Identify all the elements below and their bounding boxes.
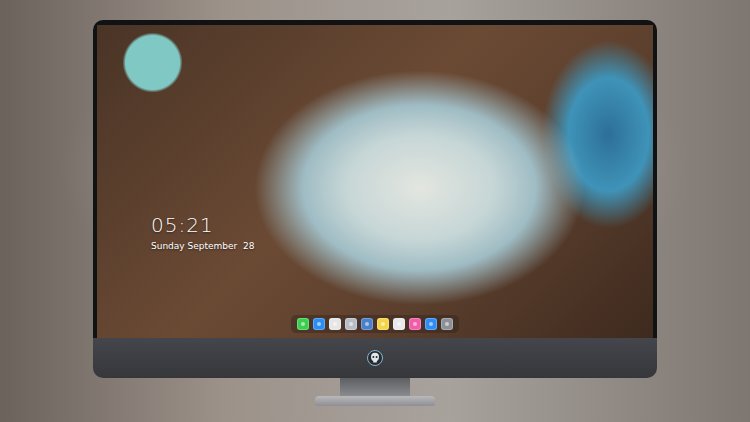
app-glyph-icon <box>332 321 338 327</box>
app-glyph-icon <box>316 321 322 327</box>
monitor-bezel: 05:21 Sunday September 28 <box>93 20 657 338</box>
monitor: 05:21 Sunday September 28 <box>93 20 657 406</box>
app-glyph-icon <box>412 321 418 327</box>
clock-date: Sunday September 28 <box>151 240 653 252</box>
app-icon[interactable] <box>297 318 309 330</box>
app-glyph-icon <box>428 321 434 327</box>
lock-screen: 05:21 Sunday September 28 <box>97 25 653 338</box>
app-icon[interactable] <box>361 318 373 330</box>
app-glyph-icon <box>444 321 450 327</box>
app-glyph-icon <box>300 321 306 327</box>
clock-time: 05:21 <box>151 213 653 237</box>
app-glyph-icon <box>364 321 370 327</box>
app-icon[interactable] <box>441 318 453 330</box>
dock <box>291 315 459 333</box>
app-icon[interactable] <box>345 318 357 330</box>
app-glyph-icon <box>396 321 402 327</box>
app-icon[interactable] <box>409 318 421 330</box>
dock-row <box>97 315 653 338</box>
app-icon[interactable] <box>377 318 389 330</box>
monitor-chin <box>93 338 657 378</box>
app-icon[interactable] <box>329 318 341 330</box>
monitor-stand-neck <box>340 378 410 396</box>
app-icon[interactable] <box>313 318 325 330</box>
app-glyph-icon <box>348 321 354 327</box>
clock: 05:21 Sunday September 28 <box>97 213 653 252</box>
app-icon[interactable] <box>425 318 437 330</box>
brand-logo-icon <box>367 350 383 366</box>
page: 05:21 Sunday September 28 <box>0 0 750 422</box>
app-icon[interactable] <box>393 318 405 330</box>
monitor-stand-base <box>315 396 435 406</box>
app-glyph-icon <box>380 321 386 327</box>
